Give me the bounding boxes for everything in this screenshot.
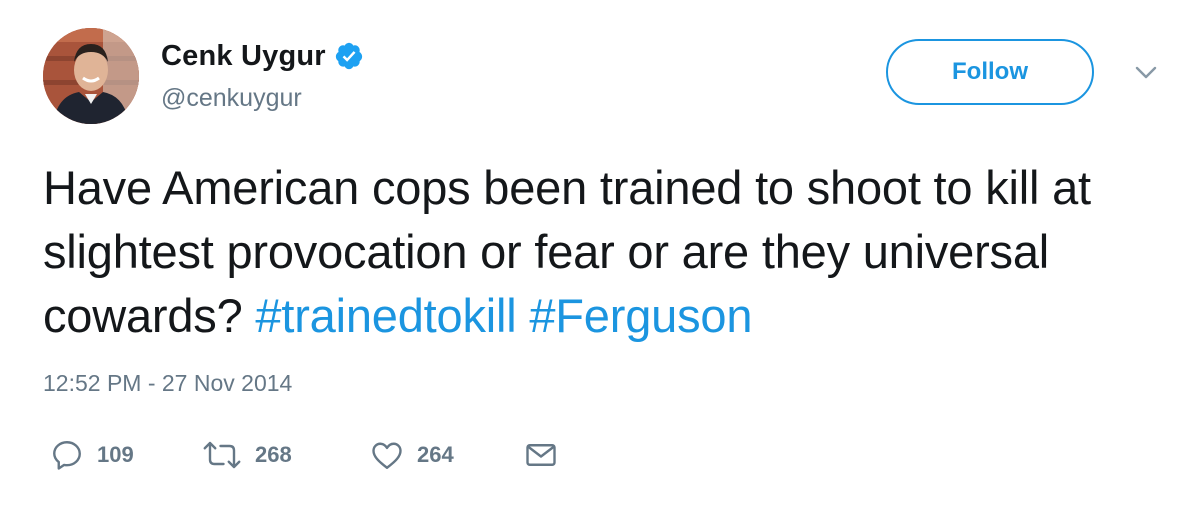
verified-badge-icon: [334, 41, 364, 71]
heart-icon: [369, 437, 405, 473]
author-handle[interactable]: @cenkuygur: [161, 84, 302, 113]
follow-button[interactable]: Follow: [886, 39, 1094, 105]
like-button[interactable]: 264: [369, 435, 454, 475]
avatar[interactable]: [43, 28, 139, 124]
reply-count: 109: [97, 442, 134, 467]
like-count: 264: [417, 442, 454, 467]
reply-icon: [49, 437, 85, 473]
hashtag-link[interactable]: #trainedtokill: [255, 289, 516, 342]
retweet-button[interactable]: 268: [201, 435, 292, 475]
hashtag-link[interactable]: #Ferguson: [529, 289, 752, 342]
author-name-row: Cenk Uygur: [161, 36, 364, 76]
retweet-icon: [201, 437, 243, 473]
tweet-card: Cenk Uygur @cenkuygur Follow Have Americ…: [0, 0, 1194, 510]
direct-message-button[interactable]: [523, 435, 559, 475]
chevron-down-icon[interactable]: [1134, 64, 1158, 82]
retweet-count: 268: [255, 442, 292, 467]
tweet-actions: 109 268 264: [49, 435, 609, 475]
reply-button[interactable]: 109: [49, 435, 134, 475]
tweet-text: Have American cops been trained to shoot…: [43, 156, 1173, 348]
tweet-timestamp[interactable]: 12:52 PM - 27 Nov 2014: [43, 370, 292, 397]
envelope-icon: [523, 437, 559, 473]
author-display-name[interactable]: Cenk Uygur: [161, 40, 326, 73]
